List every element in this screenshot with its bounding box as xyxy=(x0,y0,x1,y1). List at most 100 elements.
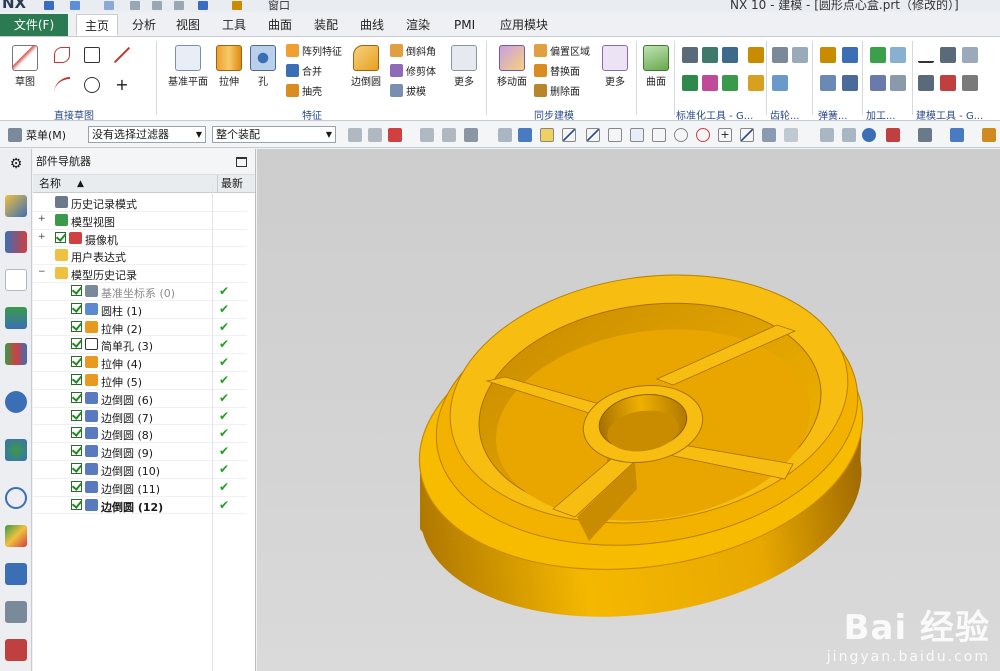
navigator-row-edge-blend[interactable]: 边倒圆 (9) ✔ xyxy=(33,443,247,461)
navigator-row-simple-hole[interactable]: 简单孔 (3) ✔ xyxy=(33,336,247,355)
edge-blend-button[interactable]: 边倒圆 xyxy=(346,45,386,88)
select-box-icon[interactable] xyxy=(464,128,478,142)
standard-tool-icon[interactable] xyxy=(682,47,698,63)
visibility-checkbox[interactable] xyxy=(71,320,82,332)
line-icon[interactable] xyxy=(114,47,130,63)
navigator-row-extrude[interactable]: 拉伸 (5) ✔ xyxy=(33,372,247,390)
visibility-checkbox[interactable] xyxy=(71,302,82,314)
spring-tool-icon[interactable] xyxy=(820,75,836,91)
reuse-library-icon[interactable] xyxy=(5,307,27,329)
selection-scope-dropdown[interactable]: 整个装配 ▼ xyxy=(212,126,336,143)
navigator-row-history-mode[interactable]: 历史记录模式 xyxy=(33,194,247,212)
arc-icon[interactable] xyxy=(54,77,70,93)
extrude-button[interactable]: 拉伸 xyxy=(214,45,244,88)
profile-icon[interactable] xyxy=(54,47,70,63)
roles-icon[interactable] xyxy=(5,639,27,661)
expand-icon[interactable]: + xyxy=(38,232,46,242)
column-name[interactable]: 名称 xyxy=(39,175,61,193)
copy-icon[interactable] xyxy=(152,1,162,10)
modeling-tool-icon[interactable] xyxy=(962,75,978,91)
end-point-icon[interactable] xyxy=(562,128,576,142)
point-icon[interactable]: + xyxy=(114,77,130,93)
part-model[interactable] xyxy=(257,149,1000,671)
rotate-icon[interactable] xyxy=(862,128,876,142)
collapse-icon[interactable]: − xyxy=(38,267,46,277)
navigator-row-edge-blend[interactable]: 边倒圆 (8) ✔ xyxy=(33,425,247,444)
spring-tool-icon[interactable] xyxy=(842,75,858,91)
tab-assembly[interactable]: 装配 xyxy=(306,14,346,36)
window-menu[interactable]: 窗口 xyxy=(268,0,290,12)
more-tools-icon[interactable] xyxy=(982,128,996,142)
navigator-row-edge-blend[interactable]: 边倒圆 (7) ✔ xyxy=(33,408,247,426)
redo-icon[interactable] xyxy=(104,1,114,10)
visibility-checkbox[interactable] xyxy=(71,374,82,385)
navigator-row-extrude[interactable]: 拉伸 (2) ✔ xyxy=(33,319,247,337)
visibility-checkbox[interactable] xyxy=(71,356,82,368)
quadrant-icon[interactable] xyxy=(696,128,710,142)
gear-tool-icon[interactable] xyxy=(792,47,808,63)
trim-body-button[interactable]: 修剪体 xyxy=(390,63,436,78)
modeling-tool-icon[interactable] xyxy=(918,75,934,91)
visibility-checkbox[interactable] xyxy=(55,231,66,243)
tab-analysis[interactable]: 分析 xyxy=(124,14,164,36)
navigator-row-model-views[interactable]: + 模型视图 xyxy=(33,212,247,230)
menu-button[interactable]: 菜单(M) xyxy=(26,127,66,143)
tab-render[interactable]: 渲染 xyxy=(398,14,438,36)
view-icon[interactable] xyxy=(518,128,532,142)
assembly-navigator-icon[interactable] xyxy=(5,195,27,217)
snap-icon[interactable] xyxy=(388,128,402,142)
navigator-row-edge-blend[interactable]: 边倒圆 (10) ✔ xyxy=(33,461,247,479)
snap-point-icon[interactable] xyxy=(540,128,554,142)
point-on-curve-icon[interactable] xyxy=(740,128,754,142)
navigator-row-edge-blend[interactable]: 边倒圆 (12) ✔ xyxy=(33,497,247,515)
tab-surface[interactable]: 曲面 xyxy=(260,14,300,36)
rectangle-icon[interactable] xyxy=(84,47,100,63)
standard-tool-icon[interactable] xyxy=(748,47,764,63)
process-studio-icon[interactable] xyxy=(5,563,27,585)
shell-button[interactable]: 抽壳 xyxy=(286,83,322,98)
paste-icon[interactable] xyxy=(174,1,184,10)
settings-gear-icon[interactable]: ⚙ xyxy=(5,153,27,175)
standard-tool-icon[interactable] xyxy=(702,47,718,63)
maximize-icon[interactable] xyxy=(236,157,247,167)
intersection-icon[interactable] xyxy=(630,128,644,142)
modeling-tool-icon[interactable] xyxy=(962,47,978,63)
visibility-checkbox[interactable] xyxy=(71,445,82,457)
modeling-tool-icon[interactable] xyxy=(918,47,934,63)
render-style-icon[interactable] xyxy=(918,128,932,142)
standard-tool-icon[interactable] xyxy=(702,75,718,91)
move-face-button[interactable]: 移动面 xyxy=(492,45,532,88)
control-point-icon[interactable] xyxy=(608,128,622,142)
snap-icon[interactable] xyxy=(420,128,434,142)
fit-icon[interactable] xyxy=(820,128,834,142)
existing-point-icon[interactable]: + xyxy=(718,128,732,142)
feature-more-button[interactable]: 更多 xyxy=(450,45,478,88)
machining-tool-icon[interactable] xyxy=(890,47,906,63)
circle-icon[interactable] xyxy=(84,77,100,93)
undo-icon[interactable] xyxy=(70,1,80,10)
replace-face-button[interactable]: 替换面 xyxy=(534,63,580,78)
tab-tools[interactable]: 工具 xyxy=(214,14,254,36)
clock-icon[interactable] xyxy=(5,487,27,509)
offset-region-button[interactable]: 偏置区域 xyxy=(534,43,590,58)
navigator-row-cameras[interactable]: + 摄像机 xyxy=(33,230,247,248)
visibility-checkbox[interactable] xyxy=(71,480,82,492)
system-materials-icon[interactable] xyxy=(5,525,27,547)
navigator-row-edge-blend[interactable]: 边倒圆 (11) ✔ xyxy=(33,479,247,497)
tab-view[interactable]: 视图 xyxy=(168,14,208,36)
navigator-row-model-history[interactable]: − 模型历史记录 xyxy=(33,265,247,283)
datum-plane-button[interactable]: 基准平面 xyxy=(164,45,212,88)
standard-tool-icon[interactable] xyxy=(682,75,698,91)
touch-mode-icon[interactable] xyxy=(232,1,242,10)
orient-view-icon[interactable] xyxy=(886,128,900,142)
visibility-checkbox[interactable] xyxy=(71,427,82,439)
tab-application[interactable]: 应用模块 xyxy=(492,14,556,36)
standard-tool-icon[interactable] xyxy=(722,75,738,91)
sort-ascending-icon[interactable]: ▲ xyxy=(77,175,84,193)
graphics-window[interactable]: Bai 经验 jingyan.baidu.com xyxy=(257,149,1000,671)
visibility-checkbox[interactable] xyxy=(71,409,82,421)
web-browser-icon[interactable] xyxy=(5,391,27,413)
visibility-checkbox[interactable] xyxy=(71,463,82,474)
machining-tool-icon[interactable] xyxy=(870,47,886,63)
spring-tool-icon[interactable] xyxy=(842,47,858,63)
